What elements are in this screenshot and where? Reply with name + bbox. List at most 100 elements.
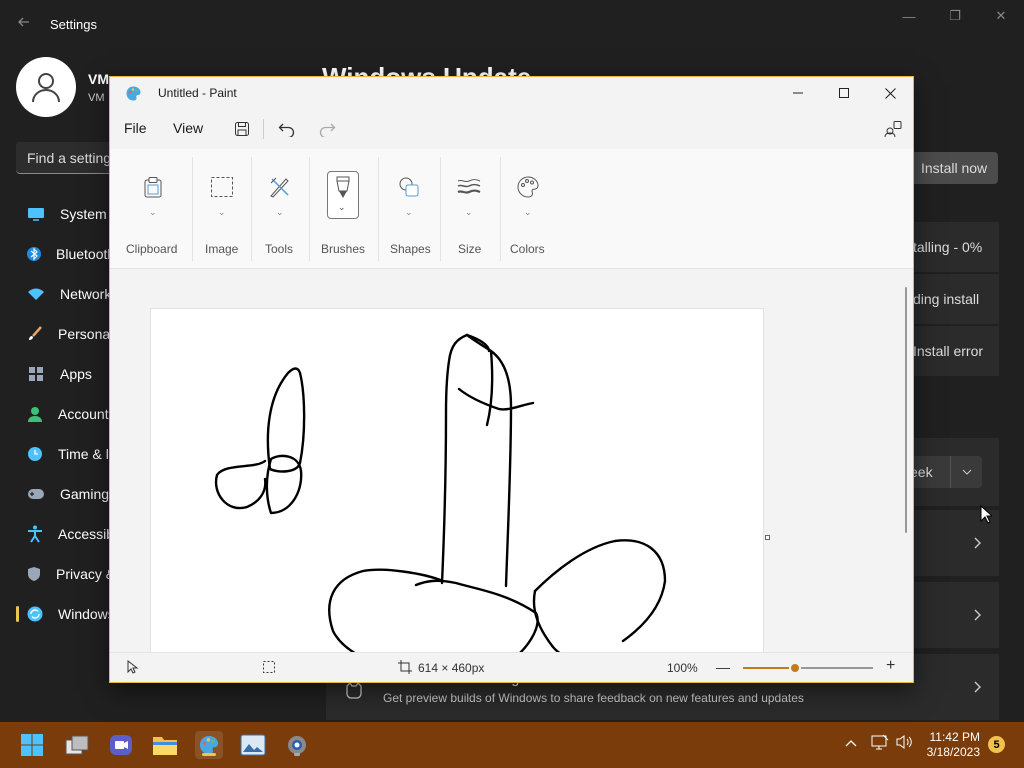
chevron-down-icon[interactable]: ⌄ [276, 207, 284, 218]
undo-icon[interactable] [276, 118, 298, 140]
colors-group: ⌄ Colors [510, 149, 550, 269]
settings-taskbar-button[interactable] [283, 731, 311, 759]
chevron-down-icon[interactable]: ⌄ [524, 207, 532, 218]
brush-icon [27, 325, 43, 343]
chevron-down-icon[interactable]: ⌄ [465, 207, 473, 218]
maximize-icon[interactable] [821, 77, 867, 109]
chevron-down-icon[interactable]: ⌄ [149, 207, 157, 218]
bluetooth-icon [27, 245, 41, 263]
color-palette-icon[interactable] [512, 171, 544, 203]
tools-group: ⌄ Tools [260, 149, 300, 269]
stroke-size-icon[interactable] [453, 171, 485, 203]
sidebar-item-gaming[interactable]: Gaming [16, 474, 110, 514]
clock-date: 3/18/2023 [926, 745, 980, 759]
selection-size-icon [262, 660, 276, 677]
photos-button[interactable] [239, 731, 267, 759]
zoom-slider[interactable] [743, 662, 873, 674]
view-menu[interactable]: View [173, 120, 203, 136]
task-view-icon [65, 735, 89, 755]
tools-label: Tools [265, 242, 294, 256]
user-account: VM [88, 92, 105, 104]
teams-chat-button[interactable] [107, 731, 135, 759]
restore-icon[interactable]: ❐ [932, 0, 978, 32]
close-icon[interactable]: ✕ [978, 0, 1024, 32]
settings-option-card[interactable] [910, 582, 999, 648]
sidebar-item-bluetooth[interactable]: Bluetooth & devices [16, 234, 180, 274]
paint-ribbon: ⌄ Clipboard ⌄ Image ⌄ Tools ⌄ Brushes ⌄ … [110, 149, 913, 269]
sidebar-item-apps[interactable]: Apps [16, 354, 110, 394]
image-group: ⌄ Image [202, 149, 242, 269]
chevron-down-icon[interactable]: ⌄ [405, 207, 413, 218]
zoom-out-icon[interactable]: — [716, 659, 730, 675]
search-input[interactable]: Find a setting [16, 142, 116, 174]
person-icon [27, 405, 43, 423]
show-hidden-icons[interactable] [845, 735, 857, 750]
sidebar-item-windows[interactable]: Windows Update [16, 594, 164, 634]
file-explorer-button[interactable] [151, 731, 179, 759]
brushes-group: ⌄ Brushes [320, 149, 366, 269]
apps-icon [27, 365, 45, 383]
back-arrow-icon[interactable] [16, 14, 34, 32]
zoom-level[interactable]: 100% [667, 661, 698, 675]
task-view-button[interactable] [63, 731, 91, 759]
shapes-icon[interactable] [393, 171, 425, 203]
sidebar-item-network[interactable]: Network & internet [16, 274, 175, 314]
paint-titlebar[interactable]: Untitled - Paint [110, 77, 913, 109]
volume-icon[interactable] [895, 734, 913, 753]
clock-globe-icon [27, 445, 43, 463]
sidebar-item-system[interactable]: System [16, 194, 110, 234]
clipboard-group: ⌄ Clipboard [124, 149, 182, 269]
file-menu[interactable]: File [124, 120, 147, 136]
paint-app-icon [126, 86, 141, 101]
save-icon[interactable] [231, 118, 253, 140]
close-icon[interactable] [867, 77, 913, 109]
folder-icon [153, 737, 177, 755]
ribbon-divider [378, 157, 379, 261]
running-indicator [294, 753, 300, 756]
wifi-icon [27, 285, 45, 303]
sidebar-item-label: Gaming [60, 486, 110, 502]
share-icon[interactable] [882, 118, 904, 140]
update-icon [27, 605, 43, 623]
zoom-in-icon[interactable]: + [886, 657, 895, 675]
install-now-button[interactable]: Install now [910, 152, 998, 184]
start-button[interactable] [18, 731, 46, 759]
sidebar-item-privacy[interactable]: Privacy & security [16, 554, 167, 594]
pause-duration-dropdown[interactable]: eek [910, 456, 982, 488]
paint-taskbar-button[interactable] [195, 731, 223, 759]
sidebar-item-personalization[interactable]: Personalization [16, 314, 154, 354]
drawing-canvas[interactable] [150, 308, 764, 653]
insider-description: Get preview builds of Windows to share f… [383, 691, 804, 705]
sidebar-item-accessibility[interactable]: Accessibility [16, 514, 134, 554]
shield-icon [27, 565, 41, 583]
accessibility-icon [27, 525, 43, 543]
canvas-resize-handle[interactable] [765, 535, 770, 540]
minimize-icon[interactable]: — [886, 0, 932, 32]
canvas-area [110, 269, 913, 653]
system-clock[interactable]: 11:42 PM 3/18/2023 [920, 730, 980, 760]
brushes-button[interactable]: ⌄ [327, 171, 359, 219]
ribbon-divider [251, 157, 252, 261]
ribbon-divider [309, 157, 310, 261]
ribbon-divider [500, 157, 501, 261]
paint-statusbar: 614 × 460px 100% — + [110, 652, 913, 682]
clipboard-icon[interactable] [137, 171, 169, 203]
sidebar-item-label: Apps [60, 366, 92, 382]
network-icon[interactable] [871, 734, 889, 753]
avatar[interactable] [16, 57, 76, 117]
minimize-icon[interactable] [775, 77, 821, 109]
paint-title: Untitled - Paint [158, 86, 237, 100]
chevron-right-icon [974, 609, 981, 621]
notification-badge[interactable]: 5 [988, 736, 1005, 753]
sidebar-item-time[interactable]: Time & language [16, 434, 163, 474]
size-group: ⌄ Size [450, 149, 490, 269]
vertical-scrollbar[interactable] [905, 287, 907, 533]
zoom-slider-thumb[interactable] [789, 662, 801, 674]
select-rectangle-icon[interactable] [206, 171, 238, 203]
pencil-tool-icon[interactable] [264, 171, 296, 203]
chevron-right-icon [974, 537, 981, 549]
update-status-row: ding install [910, 274, 999, 324]
redo-icon[interactable] [316, 118, 338, 140]
chevron-down-icon[interactable]: ⌄ [218, 207, 226, 218]
sidebar-item-accounts[interactable]: Accounts [16, 394, 116, 434]
